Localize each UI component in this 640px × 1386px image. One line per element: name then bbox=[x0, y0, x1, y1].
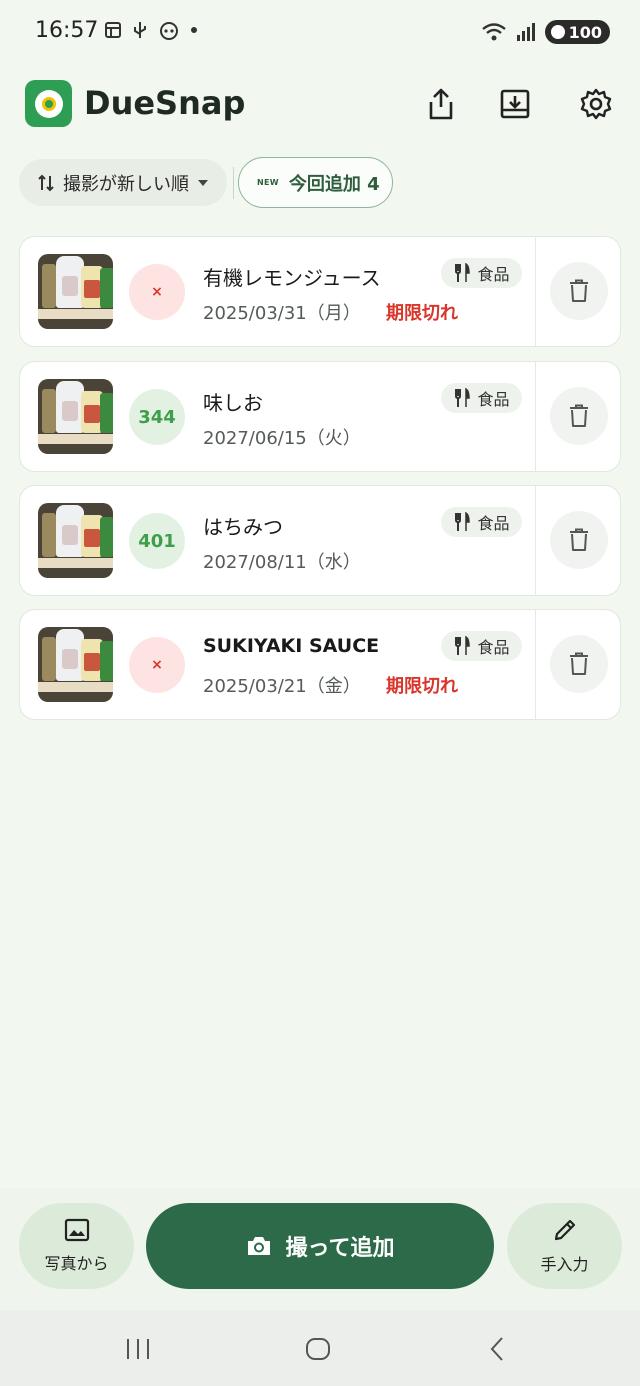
item-photo[interactable] bbox=[38, 627, 113, 702]
from-photo-label: 写真から bbox=[44, 1254, 109, 1273]
signal-icon bbox=[516, 23, 535, 41]
filter-divider bbox=[233, 167, 234, 199]
app-notification-icon bbox=[160, 22, 178, 40]
delete-button[interactable] bbox=[550, 387, 608, 445]
list-item[interactable]: 344 味しお 2027/06/15（火） 食品 bbox=[19, 361, 621, 472]
item-name: はちみつ bbox=[203, 515, 283, 539]
back-button[interactable] bbox=[482, 1336, 512, 1362]
item-expiry-date: 2025/03/21（金） bbox=[203, 676, 361, 697]
days-remaining-badge: × bbox=[129, 637, 185, 693]
new-badge: NEW bbox=[257, 178, 279, 187]
capture-add-button[interactable]: 撮って追加 bbox=[146, 1203, 494, 1289]
share-icon bbox=[429, 88, 453, 120]
new-filter-label: 今回追加 4 bbox=[288, 173, 380, 195]
notification-icons bbox=[104, 20, 198, 40]
more-notifications-icon bbox=[191, 27, 197, 33]
item-expiry-date: 2025/03/31（月） bbox=[203, 303, 361, 324]
battery-level: 100 bbox=[568, 22, 602, 42]
back-icon bbox=[490, 1337, 503, 1361]
battery-indicator: 100 bbox=[544, 20, 610, 44]
battery-saver-icon bbox=[550, 25, 565, 39]
status-bar: 16:57 100 bbox=[0, 0, 640, 64]
trash-icon bbox=[570, 528, 588, 551]
delete-button[interactable] bbox=[550, 635, 608, 693]
item-expiry-date: 2027/06/15（火） bbox=[203, 428, 361, 449]
trash-icon bbox=[570, 404, 588, 427]
days-remaining-badge: × bbox=[129, 264, 185, 320]
recent-apps-icon bbox=[127, 1339, 149, 1359]
delete-button[interactable] bbox=[550, 511, 608, 569]
item-expiry-date: 2027/08/11（水） bbox=[203, 552, 361, 573]
sort-dropdown[interactable]: 撮影が新しい順 bbox=[19, 159, 227, 206]
category-label: 食品 bbox=[477, 638, 510, 657]
wifi-icon bbox=[481, 23, 506, 41]
category-label: 食品 bbox=[477, 390, 510, 409]
new-items-filter-chip[interactable]: NEW 今回追加 4 bbox=[238, 157, 393, 208]
sort-label: 撮影が新しい順 bbox=[63, 173, 189, 195]
share-button[interactable] bbox=[421, 84, 461, 124]
delete-button[interactable] bbox=[550, 262, 608, 320]
capture-add-label: 撮って追加 bbox=[285, 1236, 395, 1261]
app-title: DueSnap bbox=[84, 84, 246, 122]
category-chip: 食品 bbox=[441, 507, 522, 537]
app-header: DueSnap bbox=[0, 80, 640, 130]
expired-status: 期限切れ bbox=[386, 676, 458, 697]
item-photo[interactable] bbox=[38, 379, 113, 454]
trash-icon bbox=[570, 279, 588, 302]
category-label: 食品 bbox=[477, 265, 510, 284]
expired-status: 期限切れ bbox=[386, 303, 458, 324]
calendar-notification-icon bbox=[105, 22, 121, 38]
list-item[interactable]: × SUKIYAKI SAUCE 2025/03/21（金） 期限切れ 食品 bbox=[19, 609, 621, 720]
import-button[interactable] bbox=[495, 84, 535, 124]
settings-button[interactable] bbox=[576, 84, 616, 124]
list-item[interactable]: 401 はちみつ 2027/08/11（水） 食品 bbox=[19, 485, 621, 596]
category-chip: 食品 bbox=[441, 258, 522, 288]
app-logo-icon bbox=[25, 80, 72, 127]
fork-knife-icon bbox=[455, 512, 471, 531]
home-icon bbox=[306, 1338, 330, 1360]
card-separator bbox=[535, 486, 536, 595]
dropdown-icon bbox=[198, 179, 208, 186]
category-chip: 食品 bbox=[441, 383, 522, 413]
trash-icon bbox=[570, 652, 588, 675]
home-button[interactable] bbox=[300, 1336, 336, 1362]
item-name: 味しお bbox=[203, 391, 263, 415]
item-name: 有機レモンジュース bbox=[203, 266, 381, 290]
manual-input-label: 手入力 bbox=[540, 1255, 589, 1274]
item-photo[interactable] bbox=[38, 254, 113, 329]
system-nav-bar bbox=[0, 1310, 640, 1386]
usb-icon bbox=[134, 22, 146, 38]
item-name: SUKIYAKI SAUCE bbox=[203, 635, 380, 657]
system-indicators: 100 bbox=[481, 20, 610, 44]
pencil-icon bbox=[554, 1219, 575, 1241]
camera-icon bbox=[247, 1237, 270, 1255]
fork-knife-icon bbox=[455, 388, 471, 407]
fork-knife-icon bbox=[455, 263, 471, 282]
item-photo[interactable] bbox=[38, 503, 113, 578]
card-separator bbox=[535, 610, 536, 719]
card-separator bbox=[535, 362, 536, 471]
settings-icon bbox=[580, 88, 612, 120]
recent-apps-button[interactable] bbox=[120, 1336, 156, 1362]
days-remaining-badge: 344 bbox=[129, 389, 185, 445]
image-icon bbox=[64, 1218, 89, 1242]
sort-icon bbox=[38, 174, 54, 191]
category-label: 食品 bbox=[477, 514, 510, 533]
from-photo-button[interactable]: 写真から bbox=[19, 1203, 134, 1289]
category-chip: 食品 bbox=[441, 631, 522, 661]
days-remaining-badge: 401 bbox=[129, 513, 185, 569]
manual-input-button[interactable]: 手入力 bbox=[507, 1203, 622, 1289]
card-separator bbox=[535, 237, 536, 346]
status-time: 16:57 bbox=[35, 18, 99, 43]
fork-knife-icon bbox=[455, 636, 471, 655]
list-item[interactable]: × 有機レモンジュース 2025/03/31（月） 期限切れ 食品 bbox=[19, 236, 621, 347]
import-icon bbox=[500, 89, 530, 119]
